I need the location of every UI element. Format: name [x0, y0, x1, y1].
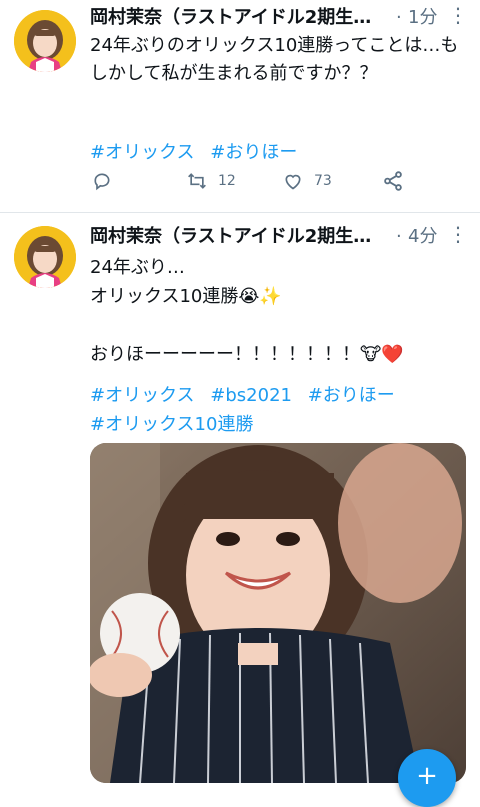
- hashtag-block: #オリックス #bs2021 #おりほー #オリックス10連勝: [90, 381, 466, 439]
- hashtag-line: #オリックス10連勝: [90, 410, 466, 439]
- display-name[interactable]: 岡村茉奈（ラストアイドル2期生…: [90, 6, 384, 30]
- timestamp[interactable]: 1分: [408, 6, 437, 30]
- text-segment: オリックス10連勝: [90, 286, 239, 307]
- tweet-header: 岡村茉奈（ラストアイドル2期生… · 4分 ⋮: [90, 222, 468, 249]
- share-icon: [384, 171, 402, 191]
- reply-button[interactable]: [92, 166, 122, 196]
- tweet-header: 岡村茉奈（ラストアイドル2期生… · 1分 ⋮: [90, 3, 468, 30]
- retweet-icon: [188, 173, 206, 189]
- more-icon[interactable]: ⋮: [448, 3, 468, 27]
- heart-emoji: ❤️: [381, 344, 404, 365]
- tweet[interactable]: 岡村茉奈（ラストアイドル2期生… · 4分 ⋮ 24年ぶり… オリックス10連勝😭…: [0, 213, 480, 783]
- hashtag-line: #オリックス #おりほー: [90, 138, 466, 167]
- action-bar: 12 73: [90, 166, 466, 196]
- share-button[interactable]: [382, 166, 404, 196]
- timestamp[interactable]: 4分: [408, 225, 437, 249]
- heart-icon: [285, 174, 301, 190]
- retweet-count: 12: [218, 173, 236, 189]
- tweet-text: 24年ぶりのオリックス10連勝ってことは…もしかして私が生まれる前ですか？？: [90, 35, 459, 84]
- more-icon[interactable]: ⋮: [448, 222, 468, 246]
- text-line: オリックス10連勝😭✨: [90, 282, 466, 311]
- avatar[interactable]: [14, 10, 76, 72]
- avatar[interactable]: [14, 226, 76, 288]
- display-name[interactable]: 岡村茉奈（ラストアイドル2期生…: [90, 225, 384, 249]
- hashtag[interactable]: #オリックス: [90, 385, 195, 406]
- hashtag-line: #オリックス #bs2021 #おりほー: [90, 381, 466, 410]
- hashtag[interactable]: #オリックス: [90, 142, 195, 163]
- compose-button[interactable]: +: [398, 749, 456, 807]
- separator: ·: [396, 7, 402, 28]
- hashtag[interactable]: #オリックス10連勝: [90, 414, 253, 435]
- reply-icon: [94, 173, 110, 191]
- text-line: おりほーーーーー！！！！！！！🐮❤️: [90, 340, 466, 369]
- text-line: 24年ぶり…: [90, 257, 185, 278]
- like-button[interactable]: 73: [282, 166, 332, 196]
- crying-emoji: 😭: [238, 286, 260, 307]
- tweet[interactable]: 岡村茉奈（ラストアイドル2期生… · 1分 ⋮ 24年ぶりのオリックス10連勝っ…: [0, 0, 480, 213]
- cow-emoji: 🐮: [360, 344, 382, 365]
- sparkles-emoji: ✨: [259, 286, 282, 307]
- text-line: [90, 311, 466, 340]
- tweet-photo[interactable]: [90, 443, 466, 783]
- separator: ·: [396, 226, 402, 247]
- hashtag[interactable]: #おりほー: [210, 142, 297, 163]
- compose-icon: +: [416, 761, 438, 791]
- tweet-text: 24年ぶり… オリックス10連勝😭✨ おりほーーーーー！！！！！！！🐮❤️: [90, 253, 466, 369]
- like-count: 73: [314, 173, 332, 189]
- retweet-button[interactable]: 12: [186, 166, 236, 196]
- hashtag[interactable]: #おりほー: [308, 385, 395, 406]
- text-segment: おりほーーーーー！！！！！！！: [90, 344, 360, 365]
- hashtag[interactable]: #bs2021: [210, 385, 292, 406]
